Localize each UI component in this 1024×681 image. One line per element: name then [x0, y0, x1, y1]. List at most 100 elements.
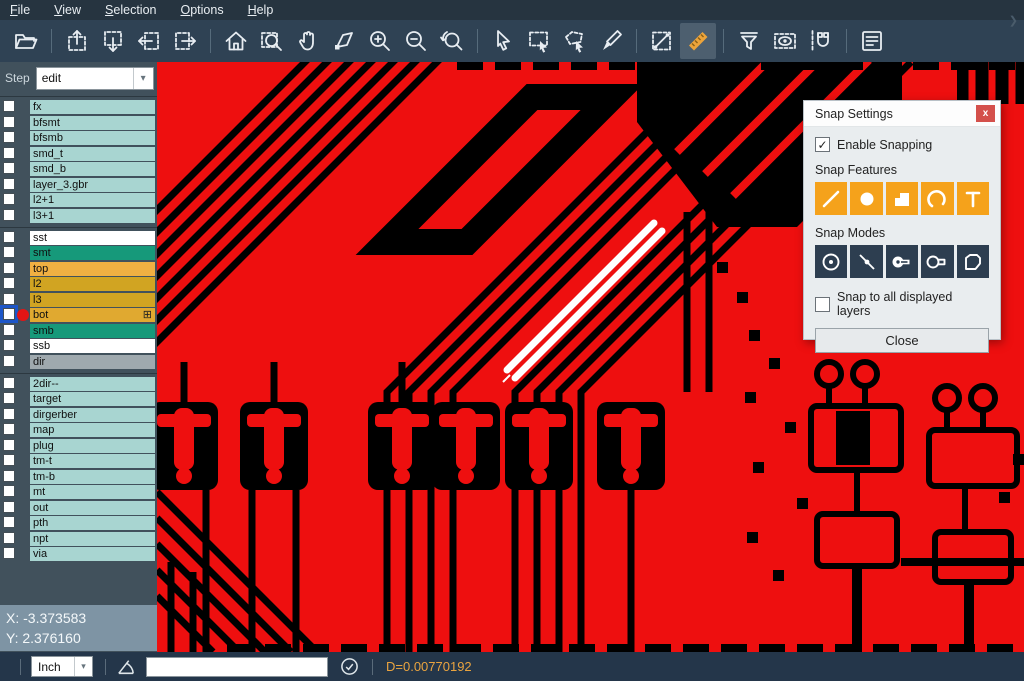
- layer-visibility-checkbox[interactable]: [3, 377, 15, 389]
- filter-icon[interactable]: [731, 23, 767, 59]
- toolbar-overflow-chevron-icon[interactable]: ❯: [1009, 14, 1018, 27]
- layer-visibility-checkbox[interactable]: [3, 293, 15, 305]
- grid-icon[interactable]: ⊞: [143, 308, 152, 322]
- layer-visibility-checkbox[interactable]: [3, 116, 15, 128]
- layer-visibility-checkbox[interactable]: [3, 193, 15, 205]
- measure-icon[interactable]: [644, 23, 680, 59]
- snap-feature-surface-icon[interactable]: [886, 182, 918, 215]
- reshape-icon[interactable]: [326, 23, 362, 59]
- layer-visibility-checkbox[interactable]: [3, 324, 15, 336]
- layer-row-dir[interactable]: dir: [0, 355, 157, 369]
- layer-row-smd_b[interactable]: smd_b: [0, 162, 157, 176]
- snap-mode-pad-filled-icon[interactable]: [886, 245, 918, 278]
- layer-visibility-checkbox[interactable]: [3, 516, 15, 528]
- layer-row-bfsmb[interactable]: bfsmb: [0, 131, 157, 145]
- layer-name[interactable]: sst: [30, 231, 155, 245]
- layer-row-dirgerber[interactable]: dirgerber: [0, 408, 157, 422]
- layer-row-out[interactable]: out: [0, 501, 157, 515]
- chevron-down-icon[interactable]: ▾: [74, 657, 92, 676]
- layer-row-fx[interactable]: fx: [0, 100, 157, 114]
- snap-feature-circle-icon[interactable]: [850, 182, 882, 215]
- dialog-title-bar[interactable]: Snap Settings x: [804, 101, 1000, 127]
- layer-row-via[interactable]: via: [0, 547, 157, 561]
- paint-brush-icon[interactable]: [593, 23, 629, 59]
- layer-name[interactable]: map: [30, 423, 155, 437]
- layer-name[interactable]: layer_3.gbr: [30, 178, 155, 192]
- layer-row-2dir--[interactable]: 2dir--: [0, 377, 157, 391]
- pointer-icon[interactable]: [485, 23, 521, 59]
- menu-item-view[interactable]: View: [54, 3, 81, 17]
- menu-item-options[interactable]: Options: [180, 3, 223, 17]
- close-button[interactable]: Close: [815, 328, 989, 353]
- layer-row-target[interactable]: target: [0, 392, 157, 406]
- layer-name[interactable]: smt: [30, 246, 155, 260]
- layer-visibility-checkbox[interactable]: [3, 277, 15, 289]
- layer-name[interactable]: out: [30, 501, 155, 515]
- layer-visibility-checkbox[interactable]: [3, 246, 15, 258]
- layer-name[interactable]: via: [30, 547, 155, 561]
- layer-row-bfsmt[interactable]: bfsmt: [0, 116, 157, 130]
- pan-hand-icon[interactable]: [290, 23, 326, 59]
- layer-visibility-checkbox[interactable]: [3, 454, 15, 466]
- layer-row-pth[interactable]: pth: [0, 516, 157, 530]
- layer-name[interactable]: 2dir--: [30, 377, 155, 391]
- layer-visibility-checkbox[interactable]: [3, 532, 15, 544]
- layer-name[interactable]: bfsmt: [30, 116, 155, 130]
- pan-right-icon[interactable]: [167, 23, 203, 59]
- layer-row-smb[interactable]: smb: [0, 324, 157, 338]
- layer-row-ssb[interactable]: ssb: [0, 339, 157, 353]
- layer-list-icon[interactable]: [854, 23, 890, 59]
- layer-visibility-checkbox[interactable]: [3, 547, 15, 559]
- pan-down-icon[interactable]: [95, 23, 131, 59]
- ruler-icon[interactable]: [680, 23, 716, 59]
- layer-name[interactable]: npt: [30, 532, 155, 546]
- layer-visibility-checkbox[interactable]: [3, 209, 15, 221]
- layer-row-top[interactable]: top: [0, 262, 157, 276]
- layer-visibility-checkbox[interactable]: [3, 470, 15, 482]
- layer-name[interactable]: l2+1: [30, 193, 155, 207]
- layer-visibility-checkbox[interactable]: [3, 231, 15, 243]
- layer-row-layer_3.gbr[interactable]: layer_3.gbr: [0, 178, 157, 192]
- layer-name[interactable]: smd_t: [30, 147, 155, 161]
- layer-name[interactable]: top: [30, 262, 155, 276]
- menu-item-file[interactable]: File: [10, 3, 30, 17]
- snap-all-layers-checkbox[interactable]: [815, 297, 830, 312]
- sync-check-icon[interactable]: [340, 657, 359, 676]
- pan-up-icon[interactable]: [59, 23, 95, 59]
- pan-left-icon[interactable]: [131, 23, 167, 59]
- layer-name[interactable]: l3+1: [30, 209, 155, 223]
- layer-name[interactable]: ssb: [30, 339, 155, 353]
- select-polygon-icon[interactable]: [557, 23, 593, 59]
- layer-visibility-checkbox[interactable]: [3, 339, 15, 351]
- layer-name[interactable]: tm-t: [30, 454, 155, 468]
- layer-row-tm-t[interactable]: tm-t: [0, 454, 157, 468]
- layer-name[interactable]: dir: [30, 355, 155, 369]
- layer-row-mt[interactable]: mt: [0, 485, 157, 499]
- layer-row-bot[interactable]: bot⊞: [0, 308, 157, 322]
- open-folder-icon[interactable]: [8, 23, 44, 59]
- layer-name[interactable]: bot: [30, 308, 155, 322]
- layer-row-map[interactable]: map: [0, 423, 157, 437]
- snap-feature-line-icon[interactable]: [815, 182, 847, 215]
- layer-row-l2+1[interactable]: l2+1: [0, 193, 157, 207]
- layer-visibility-checkbox[interactable]: [3, 178, 15, 190]
- snap-mode-center-icon[interactable]: [815, 245, 847, 278]
- layer-row-smd_t[interactable]: smd_t: [0, 147, 157, 161]
- layer-row-plug[interactable]: plug: [0, 439, 157, 453]
- layer-name[interactable]: tm-b: [30, 470, 155, 484]
- measure-input[interactable]: [146, 657, 328, 677]
- layer-name[interactable]: l3: [30, 293, 155, 307]
- zoom-in-icon[interactable]: [362, 23, 398, 59]
- enable-snapping-checkbox[interactable]: ✓: [815, 137, 830, 152]
- layer-visibility-checkbox[interactable]: [3, 262, 15, 274]
- menu-item-selection[interactable]: Selection: [105, 3, 156, 17]
- close-icon[interactable]: x: [976, 105, 995, 122]
- view-options-icon[interactable]: [767, 23, 803, 59]
- layer-visibility-checkbox[interactable]: [3, 408, 15, 420]
- layer-visibility-checkbox[interactable]: [3, 423, 15, 435]
- layer-visibility-checkbox[interactable]: [3, 355, 15, 367]
- layer-name[interactable]: pth: [30, 516, 155, 530]
- menu-item-help[interactable]: Help: [248, 3, 274, 17]
- layer-name[interactable]: smb: [30, 324, 155, 338]
- snap-mode-midpoint-icon[interactable]: [850, 245, 882, 278]
